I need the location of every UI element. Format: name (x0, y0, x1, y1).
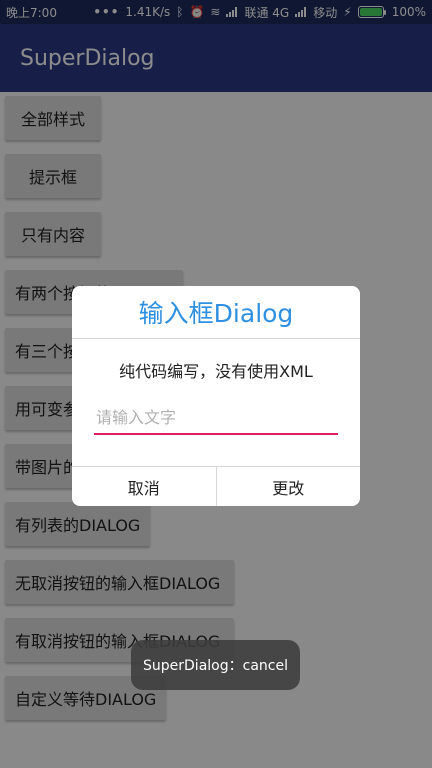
dialog-actions: 取消 更改 (72, 466, 360, 506)
dialog-title: 输入框Dialog (72, 286, 360, 339)
input-dialog: 输入框Dialog 纯代码编写，没有使用XML 取消 更改 (72, 286, 360, 506)
dialog-text-input[interactable] (94, 401, 338, 435)
cancel-button[interactable]: 取消 (72, 467, 216, 506)
dialog-message: 纯代码编写，没有使用XML (119, 362, 313, 381)
toast: SuperDialog：cancel (131, 640, 300, 690)
confirm-button[interactable]: 更改 (215, 467, 361, 506)
dialog-input-wrap (94, 401, 338, 445)
